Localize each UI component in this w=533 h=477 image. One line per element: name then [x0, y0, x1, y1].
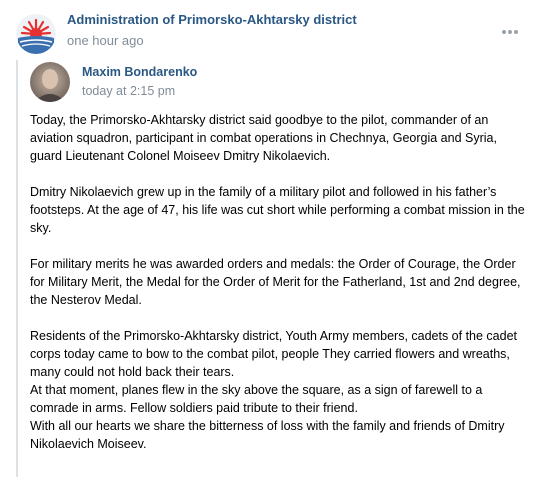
post-paragraph: Today, the Primorsko-Akhtarsky district …	[30, 113, 497, 163]
post-paragraph: Dmitry Nikolaevich grew up in the family…	[30, 185, 525, 235]
more-horizontal-icon[interactable]	[500, 24, 520, 34]
post-paragraph: For military merits he was awarded order…	[30, 257, 521, 307]
post-text: Today, the Primorsko-Akhtarsky district …	[30, 111, 526, 453]
post-time-link[interactable]: one hour ago	[67, 33, 144, 48]
post-line: At that moment, planes flew in the sky a…	[30, 383, 483, 415]
user-avatar[interactable]	[30, 62, 70, 102]
repost-time-link[interactable]: today at 2:15 pm	[82, 84, 175, 98]
community-avatar[interactable]	[16, 14, 56, 54]
community-logo	[16, 14, 56, 54]
post-line: Residents of the Primorsko-Akhtarsky dis…	[30, 329, 518, 379]
user-photo	[30, 62, 70, 102]
community-name-link[interactable]: Administration of Primorsko-Akhtarsky di…	[67, 12, 357, 27]
post-line: With all our hearts we share the bittern…	[30, 419, 505, 451]
post-paragraph: Residents of the Primorsko-Akhtarsky dis…	[30, 327, 526, 453]
repost-author-link[interactable]: Maxim Bondarenko	[82, 65, 197, 79]
post-header: Administration of Primorsko-Akhtarsky di…	[12, 10, 522, 58]
repost-block: Maxim Bondarenko today at 2:15 pm Today,…	[16, 60, 528, 477]
